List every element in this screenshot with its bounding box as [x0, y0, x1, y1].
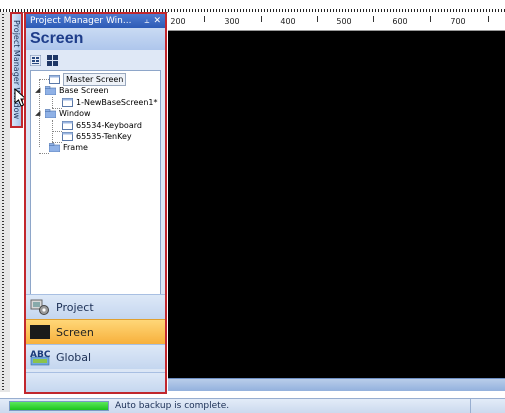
status-separator	[470, 399, 471, 413]
ruler-label: 500	[336, 17, 352, 26]
tree-connector	[52, 97, 53, 108]
collapse-window-icon[interactable]: ◢	[35, 109, 40, 117]
ruler-tick	[317, 16, 318, 22]
ruler-tick	[204, 16, 205, 22]
tree-item-label: 65535-TenKey	[76, 132, 132, 141]
global-abc-icon: ABC	[30, 350, 50, 366]
progress-fill	[10, 402, 108, 410]
ruler-label: 200	[170, 17, 186, 26]
tree-item-frame[interactable]: Frame	[49, 142, 88, 153]
screen-icon	[62, 132, 73, 141]
ruler-tick	[488, 16, 489, 22]
pin-icon[interactable]: ⫠	[144, 14, 149, 28]
folder-icon	[45, 109, 56, 118]
project-manager-panel: Project Manager Win... ⫠ ✕ Screen ◢ ◢ Ma…	[24, 12, 167, 394]
ruler-tick	[261, 16, 262, 22]
tree-item-base-screen[interactable]: Base Screen	[45, 85, 109, 96]
project-manager-vertical-tab[interactable]: Project Manager Window	[10, 12, 23, 128]
screen-icon	[49, 75, 60, 84]
tree-item-label: Window	[59, 109, 91, 118]
panel-title: Project Manager Win...	[30, 16, 132, 26]
ruler-label: 700	[450, 17, 466, 26]
tree-item-label: 65534-Keyboard	[76, 121, 142, 130]
tree-item-label: Frame	[63, 143, 88, 152]
horizontal-ruler: 200 300 400 500 600 700	[168, 12, 505, 31]
folder-icon	[45, 86, 56, 95]
section-title: Screen	[26, 28, 165, 50]
ruler-label: 300	[224, 17, 240, 26]
tree-item-master-screen[interactable]: Master Screen	[49, 73, 127, 86]
nav-global-label: Global	[56, 350, 92, 364]
status-text: Auto backup is complete.	[115, 401, 230, 411]
ruler-tick	[373, 16, 374, 22]
view-toolbar	[26, 50, 165, 70]
ruler-label: 600	[392, 17, 408, 26]
tree-item-tenkey[interactable]: 65535-TenKey	[62, 131, 132, 142]
status-bar: Auto backup is complete.	[0, 398, 505, 413]
close-icon[interactable]: ✕	[153, 14, 161, 28]
screen-icon	[62, 121, 73, 130]
collapse-base-screen-icon[interactable]: ◢	[35, 86, 40, 94]
left-tab-strip	[0, 12, 10, 392]
nav-screen-label: Screen	[56, 325, 94, 339]
details-view-icon[interactable]	[30, 54, 41, 66]
tree-item-new-base-screen[interactable]: 1-NewBaseScreen1*	[62, 97, 158, 108]
global-icon-text: ABC	[30, 350, 50, 360]
tree-connector	[39, 153, 49, 154]
screen-canvas[interactable]	[168, 31, 505, 378]
screen-tree: ◢ ◢ Master Screen Base Screen 1-NewBaseS…	[30, 70, 161, 304]
ruler-tick	[430, 16, 431, 22]
panel-footer	[26, 372, 165, 392]
ruler-label: 400	[280, 17, 296, 26]
tree-connector	[52, 131, 62, 132]
tree-item-label: Base Screen	[59, 86, 109, 95]
thumbnail-view-icon[interactable]	[47, 54, 58, 66]
tree-item-window[interactable]: Window	[45, 108, 91, 119]
nav-project-button[interactable]: Project	[26, 294, 165, 319]
tree-item-label: 1-NewBaseScreen1*	[76, 98, 158, 107]
backup-progress-bar	[9, 401, 109, 411]
horizontal-scrollbar[interactable]	[168, 378, 505, 391]
nav-global-button[interactable]: ABC Global	[26, 344, 165, 369]
tree-connector	[39, 79, 49, 80]
panel-title-bar[interactable]: Project Manager Win... ⫠ ✕	[26, 14, 165, 28]
screen-black-icon	[30, 325, 50, 339]
project-gear-icon	[30, 299, 49, 315]
nav-screen-button[interactable]: Screen	[26, 319, 165, 344]
nav-project-label: Project	[56, 300, 94, 314]
screen-icon	[62, 98, 73, 107]
tree-item-keyboard[interactable]: 65534-Keyboard	[62, 120, 142, 131]
folder-icon	[49, 143, 60, 152]
